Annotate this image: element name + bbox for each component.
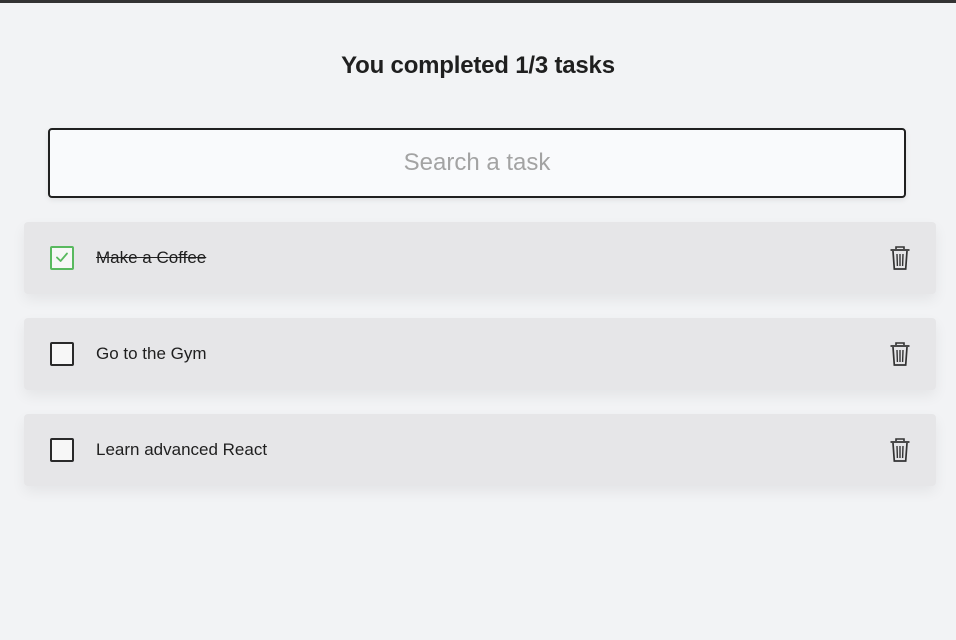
todo-text: Go to the Gym (96, 344, 207, 363)
trash-icon[interactable] (888, 437, 912, 463)
trash-icon[interactable] (888, 341, 912, 367)
todo-text: Make a Coffee (96, 248, 207, 267)
todo-checkbox[interactable] (50, 438, 74, 462)
todo-text: Learn advanced React (96, 440, 268, 459)
completed-counter: You completed 1/3 tasks (341, 52, 615, 79)
todo-item: Learn advanced React (24, 414, 936, 486)
search-input[interactable] (48, 128, 906, 198)
todo-item: Go to the Gym (24, 318, 936, 390)
todo-checkbox[interactable] (50, 342, 74, 366)
todo-list: Make a Coffee Go to the Gym Learn advanc… (24, 222, 936, 510)
todo-app: You completed 1/3 tasks Make a Coffee Go… (0, 0, 956, 640)
todo-checkbox[interactable] (50, 246, 74, 270)
trash-icon[interactable] (888, 245, 912, 271)
check-icon (56, 252, 68, 262)
todo-item: Make a Coffee (24, 222, 936, 294)
